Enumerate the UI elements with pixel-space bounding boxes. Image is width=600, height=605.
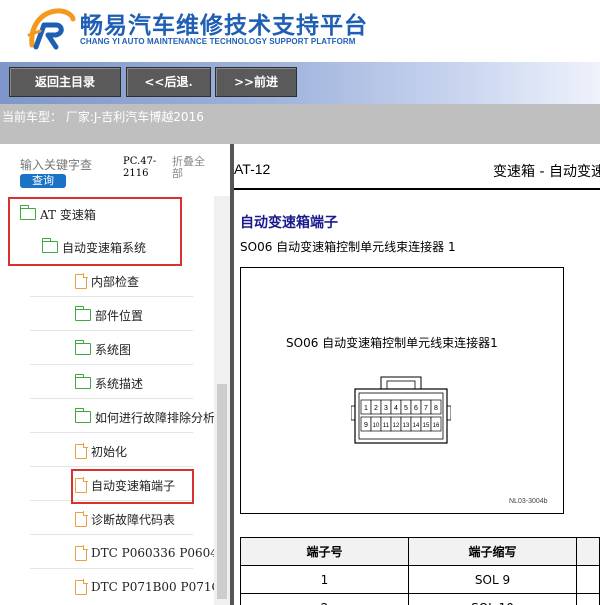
tree-item-label: DTC P071B00 P071C00 [91, 580, 230, 594]
connector-pin-label: 6 [414, 405, 418, 412]
connector-pin-label: 12 [393, 423, 400, 429]
connector-title: SO06 自动变速箱控制单元线束连接器 1 [240, 240, 456, 254]
page-icon [75, 579, 88, 595]
figure-reference: NL03-3004b [509, 498, 548, 505]
doc-header-divider [234, 188, 600, 190]
tree-item-internal-check[interactable]: 内部检查 [75, 271, 139, 291]
column-header: 端子号 [240, 537, 409, 566]
connector-pin-label: 5 [404, 405, 408, 412]
highlight-box [8, 197, 182, 266]
folder-icon [74, 408, 91, 423]
tree-item-label: 诊断故障代码表 [91, 512, 176, 527]
tree-item-component-location[interactable]: 部件位置 [74, 305, 144, 325]
tree-item-label: 初始化 [91, 444, 128, 459]
section-title: 自动变速箱端子 [240, 215, 338, 231]
figure-caption: SO06 自动变速箱控制单元线束连接器1 [286, 336, 498, 350]
page-icon [75, 511, 88, 527]
folder-icon [74, 374, 91, 389]
connector-pin-label: 9 [364, 422, 368, 429]
tree-divider [30, 432, 193, 433]
tree-item-dtc-p071b[interactable]: DTC P071B00 P071C00 [75, 577, 230, 597]
connector-pin-label: 15 [423, 423, 430, 429]
document-panel: AT-12 变速箱 - 自动变速箱 自动变速箱端子 SO06 自动变速箱控制单元… [234, 144, 600, 605]
scrollbar-thumb[interactable] [217, 384, 227, 599]
forward-button[interactable]: >>前进 [215, 67, 297, 97]
table-cell [576, 565, 600, 594]
left-panel: 查询 PC.47-2116 折叠全部 AT 变速箱 自动变速箱系统 内部检查 部… [0, 144, 230, 605]
highlight-box [71, 469, 194, 504]
doc-header-title: 变速箱 - 自动变速箱 [493, 164, 600, 180]
table-cell: SOL 10 [408, 593, 577, 605]
page-icon [75, 545, 88, 561]
connector-pin-label: 13 [403, 423, 410, 429]
table-cell: 2 [240, 593, 409, 605]
collapse-all-link[interactable]: 折叠全部 [172, 156, 214, 180]
connector-diagram: 12345678 9 10 11 12 13 14 15 16 [351, 376, 451, 444]
tree-item-dtc-p0603[interactable]: DTC P060336 P060450 [75, 543, 230, 563]
platform-title: 畅易汽车维修技术支持平台 [80, 13, 368, 39]
connector-pin-label: 11 [383, 423, 390, 429]
tree-item-system-diagram[interactable]: 系统图 [74, 339, 132, 359]
tree-divider [30, 296, 193, 297]
tree-item-label: 如何进行故障排除分析 [95, 410, 216, 425]
tree-divider [30, 364, 193, 365]
pc-code: PC.47-2116 [123, 156, 157, 179]
connector-pin-label: 1 [364, 405, 368, 412]
column-header [576, 537, 600, 566]
folder-icon [74, 306, 91, 321]
tree-divider [30, 466, 193, 467]
home-button[interactable]: 返回主目录 [9, 67, 121, 97]
doc-code: AT-12 [234, 161, 271, 177]
connector-pin-label: 4 [394, 405, 398, 412]
column-header: 端子缩写 [408, 537, 577, 566]
tree-item-label: 内部检查 [91, 274, 140, 289]
connector-pin-label: 8 [434, 405, 438, 412]
tree-item-label: DTC P060336 P060450 [91, 546, 230, 560]
connector-pin-label: 7 [424, 405, 428, 412]
table-row: 2 SOL 10 [240, 593, 600, 605]
folder-icon [74, 340, 91, 355]
tree-item-label: 部件位置 [95, 308, 144, 323]
tree-item-troubleshooting[interactable]: 如何进行故障排除分析 [74, 407, 216, 427]
connector-pin-label: 16 [433, 423, 440, 429]
tree-item-system-description[interactable]: 系统描述 [74, 373, 144, 393]
table-header-row: 端子号 端子缩写 [240, 537, 600, 566]
table-cell [576, 593, 600, 605]
table-cell: SOL 9 [408, 565, 577, 594]
tree-item-label: 系统描述 [95, 376, 144, 391]
logo-icon [27, 8, 76, 50]
tree-divider [30, 330, 193, 331]
connector-pin-label: 2 [374, 405, 378, 412]
tree-divider [30, 568, 193, 569]
connector-pin-label: 3 [384, 405, 388, 412]
tree-item-initialization[interactable]: 初始化 [75, 441, 127, 461]
terminal-table: 端子号 端子缩写 1 SOL 9 2 SOL 10 [240, 537, 600, 605]
page-icon [75, 443, 88, 459]
table-row: 1 SOL 9 [240, 565, 600, 594]
table-cell: 1 [240, 565, 409, 594]
search-input[interactable] [20, 158, 118, 172]
connector-pin-label: 10 [373, 423, 380, 429]
connector-pin-label: 14 [413, 423, 420, 429]
search-button[interactable]: 查询 [20, 174, 66, 188]
tree-item-dtc-table[interactable]: 诊断故障代码表 [75, 509, 175, 529]
tree-divider [30, 534, 193, 535]
app-header: 畅易汽车维修技术支持平台 CHANG YI AUTO MAINTENANCE T… [0, 0, 600, 62]
current-vehicle: 当前车型： 厂家:J-吉利汽车博越2016 [2, 110, 204, 124]
back-button[interactable]: <<后退. [126, 67, 211, 97]
vehicle-bar: 当前车型： 厂家:J-吉利汽车博越2016 [0, 104, 600, 144]
nav-bar: 返回主目录 <<后退. >>前进 [0, 62, 600, 104]
platform-subtitle: CHANG YI AUTO MAINTENANCE TECHNOLOGY SUP… [80, 37, 356, 46]
page-icon [75, 273, 88, 289]
tree-divider [30, 398, 193, 399]
tree-item-label: 系统图 [95, 342, 132, 357]
connector-figure: SO06 自动变速箱控制单元线束连接器1 12345678 9 10 11 12 13 1… [240, 267, 564, 514]
